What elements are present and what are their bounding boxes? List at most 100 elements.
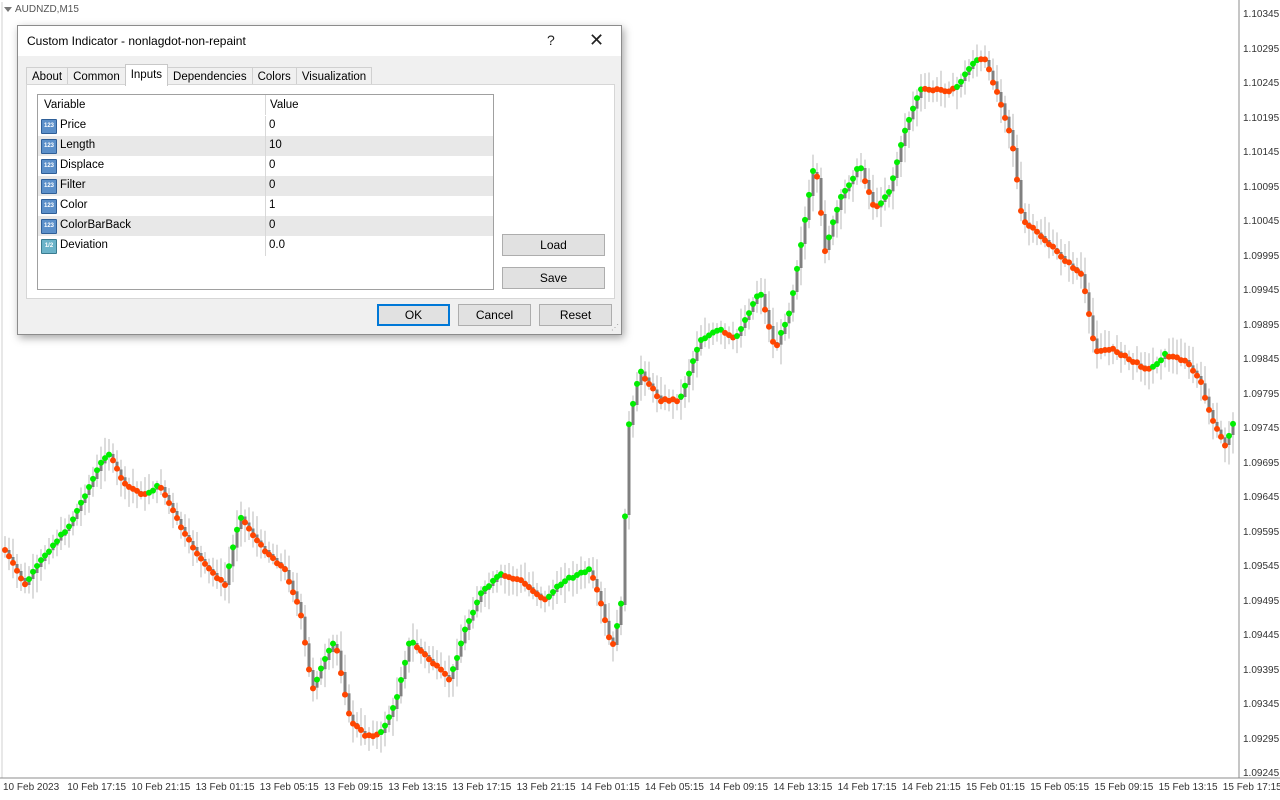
variable-name: Color — [60, 199, 88, 211]
indicator-dot-down — [298, 612, 304, 619]
resize-grip-icon[interactable]: ⋰ — [611, 323, 619, 332]
indicator-dot-up — [858, 165, 864, 172]
indicator-dot-up — [82, 493, 88, 500]
reset-button[interactable]: Reset — [539, 304, 612, 326]
variable-value[interactable]: 0 — [269, 159, 275, 171]
indicator-dot-down — [1014, 176, 1020, 183]
table-row[interactable]: 1/2 Deviation 0.0 — [38, 236, 493, 256]
table-row[interactable]: 123 ColorBarBack 0 — [38, 216, 493, 236]
variable-value[interactable]: 1 — [269, 199, 275, 211]
cancel-button[interactable]: Cancel — [458, 304, 531, 326]
dialog-titlebar[interactable]: Custom Indicator - nonlagdot-non-repaint… — [18, 26, 621, 56]
indicator-dot-down — [258, 541, 264, 548]
variable-value[interactable]: 10 — [269, 139, 282, 151]
header-value[interactable]: Value — [270, 99, 299, 111]
indicator-dot-up — [394, 694, 400, 701]
indicator-dot-down — [222, 581, 228, 588]
tab-inputs[interactable]: Inputs — [124, 64, 169, 86]
time-tick-label: 14 Feb 01:15 — [580, 782, 640, 793]
load-button[interactable]: Load — [502, 234, 605, 256]
int-icon: 123 — [41, 199, 57, 214]
indicator-dot-up — [1158, 357, 1164, 364]
indicator-dot-down — [646, 380, 652, 387]
table-row[interactable]: 123 Color 1 — [38, 196, 493, 216]
save-button[interactable]: Save — [502, 267, 605, 289]
indicator-dot-down — [194, 550, 200, 557]
time-tick-label: 14 Feb 17:15 — [837, 782, 897, 793]
table-row[interactable]: 123 Filter 0 — [38, 176, 493, 196]
indicator-dot-up — [794, 265, 800, 272]
indicator-dot-down — [18, 575, 24, 582]
indicator-dot-down — [654, 393, 660, 400]
indicator-dot-up — [902, 127, 908, 134]
indicator-dot-down — [306, 666, 312, 673]
double-icon: 1/2 — [41, 239, 57, 254]
indicator-dot-down — [862, 178, 868, 185]
time-tick-label: 15 Feb 09:15 — [1094, 782, 1154, 793]
ok-button[interactable]: OK — [377, 304, 450, 326]
time-tick-label: 13 Feb 17:15 — [452, 782, 512, 793]
indicator-dot-down — [2, 546, 8, 553]
price-tick-label: 1.09545 — [1243, 561, 1280, 572]
variable-value[interactable]: 0 — [269, 119, 275, 131]
indicator-dot-down — [198, 555, 204, 562]
indicator-dot-up — [614, 623, 620, 630]
indicator-dot-up — [238, 514, 244, 521]
indicator-dot-down — [346, 710, 352, 717]
indicator-dot-down — [774, 342, 780, 349]
variable-value[interactable]: 0 — [269, 219, 275, 231]
indicator-dot-up — [46, 548, 52, 555]
indicator-dot-down — [1002, 114, 1008, 121]
indicator-dot-up — [486, 583, 492, 590]
indicator-dot-down — [1218, 433, 1224, 440]
indicator-dot-down — [114, 465, 120, 472]
candle-body — [627, 423, 631, 515]
candle-body — [303, 616, 307, 643]
inputs-table[interactable]: Variable Value 123 Price 0 123 Length 10… — [37, 94, 494, 290]
indicator-dot-up — [734, 333, 740, 340]
header-variable[interactable]: Variable — [44, 99, 85, 111]
indicator-dot-down — [14, 567, 20, 574]
candle-body — [819, 178, 823, 213]
indicator-dot-down — [762, 306, 768, 313]
indicator-dot-up — [94, 467, 100, 474]
candle-body — [623, 517, 627, 605]
indicator-dot-down — [270, 555, 276, 562]
help-button[interactable]: ? — [547, 32, 555, 48]
indicator-dot-up — [66, 523, 72, 530]
indicator-dot-down — [814, 173, 820, 180]
indicator-dot-up — [454, 655, 460, 662]
candle-body — [1087, 292, 1091, 314]
time-tick-label: 13 Feb 21:15 — [516, 782, 576, 793]
indicator-dot-up — [878, 200, 884, 207]
indicator-dot-down — [170, 507, 176, 514]
indicator-dot-up — [850, 175, 856, 182]
indicator-dot-up — [682, 382, 688, 389]
indicator-dot-up — [846, 182, 852, 189]
chart-symbol-label[interactable]: AUDNZD,M15 — [4, 4, 79, 15]
price-tick-label: 1.10145 — [1243, 147, 1280, 158]
variable-value[interactable]: 0.0 — [269, 239, 285, 251]
indicator-dot-up — [314, 676, 320, 683]
indicator-dot-up — [894, 159, 900, 166]
price-tick-label: 1.10045 — [1243, 216, 1280, 227]
indicator-dot-up — [322, 655, 328, 662]
indicator-dot-down — [602, 617, 608, 624]
table-row[interactable]: 123 Length 10 — [38, 136, 493, 156]
time-tick-label: 15 Feb 17:15 — [1222, 782, 1280, 793]
price-tick-label: 1.09895 — [1243, 319, 1280, 331]
variable-value[interactable]: 0 — [269, 179, 275, 191]
close-button[interactable]: ✕ — [589, 30, 604, 51]
indicator-dot-up — [98, 459, 104, 466]
table-row[interactable]: 123 Price 0 — [38, 116, 493, 136]
candle-body — [1091, 315, 1095, 339]
price-tick-label: 1.09745 — [1243, 423, 1280, 434]
indicator-dot-up — [746, 310, 752, 317]
candle-body — [1019, 180, 1023, 211]
indicator-dot-up — [954, 83, 960, 90]
indicator-dot-up — [398, 677, 404, 684]
candle-body — [795, 269, 799, 292]
indicator-dot-down — [186, 536, 192, 543]
table-row[interactable]: 123 Displace 0 — [38, 156, 493, 176]
price-tick-label: 1.10295 — [1243, 43, 1280, 55]
